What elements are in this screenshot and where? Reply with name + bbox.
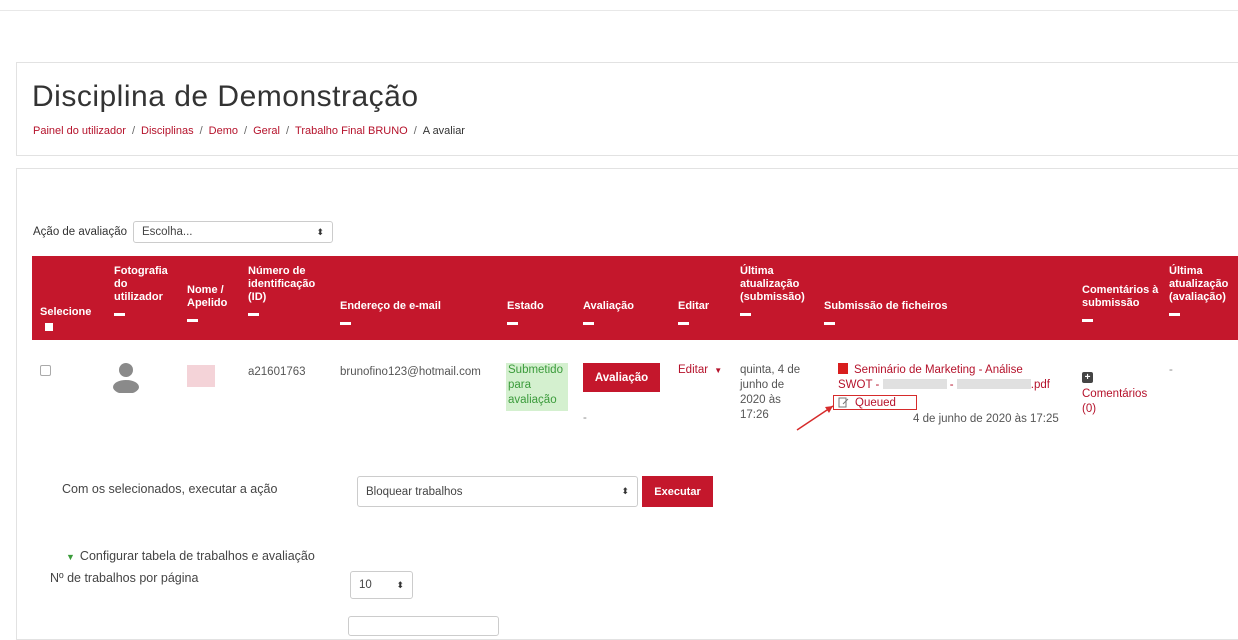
user-email: brunofino123@hotmail.com bbox=[340, 366, 481, 378]
file-submission: Seminário de Marketing - Análise SWOT - … bbox=[838, 363, 1068, 393]
file-name-sep: - bbox=[949, 379, 954, 391]
col-status-label: Estado bbox=[507, 300, 544, 312]
collapse-icon[interactable] bbox=[740, 313, 751, 316]
col-last-grade[interactable]: Última atualização (avaliação) bbox=[1169, 265, 1238, 316]
select-arrows-icon: ⬍ bbox=[396, 579, 404, 590]
col-files-label: Submissão de ficheiros bbox=[824, 300, 948, 312]
col-comments: Comentários à submissão bbox=[1082, 284, 1162, 322]
edit-menu[interactable]: Editar ▼ bbox=[678, 363, 722, 378]
select-arrows-icon: ⬍ bbox=[621, 486, 629, 496]
col-edit: Editar bbox=[678, 300, 709, 325]
bulk-action-value: Bloquear trabalhos bbox=[366, 485, 463, 498]
col-email-label: Endereço de e-mail bbox=[340, 300, 441, 312]
per-page-select[interactable]: 10 ⬍ bbox=[350, 571, 413, 599]
redacted-text bbox=[882, 379, 947, 389]
col-last-modified[interactable]: Última atualização (submissão) bbox=[740, 265, 815, 316]
collapse-icon[interactable] bbox=[248, 313, 259, 316]
col-id-label: Número de identificação (ID) bbox=[248, 265, 316, 303]
col-select-label: Selecione bbox=[40, 306, 92, 318]
file-name-start: Seminário de Marketing - Análise bbox=[854, 364, 1023, 376]
edit-menu-label: Editar bbox=[678, 364, 709, 376]
comments-link[interactable]: Comentários (0) bbox=[1082, 387, 1152, 417]
options-toggle-label: Configurar tabela de trabalhos e avaliaç… bbox=[79, 549, 315, 563]
breadcrumb-current: A avaliar bbox=[422, 125, 465, 137]
collapse-icon[interactable] bbox=[583, 322, 594, 325]
grade-button[interactable]: Avaliação bbox=[583, 363, 660, 392]
file-link-line2[interactable]: SWOT - - .pdf bbox=[838, 378, 1068, 393]
collapse-icon[interactable] bbox=[678, 322, 689, 325]
col-comments-label: Comentários à submissão bbox=[1082, 284, 1159, 309]
row-checkbox[interactable] bbox=[40, 365, 51, 376]
bulk-action-select[interactable]: Bloquear trabalhos ⬍ bbox=[357, 476, 638, 507]
collapse-icon[interactable] bbox=[1082, 319, 1093, 322]
per-page-value: 10 bbox=[359, 579, 372, 591]
col-id[interactable]: Número de identificação (ID) bbox=[248, 265, 328, 316]
file-timestamp: 4 de junho de 2020 às 17:25 bbox=[913, 413, 1059, 425]
status-badge: Submetido para avaliação bbox=[506, 363, 568, 411]
col-status[interactable]: Estado bbox=[507, 300, 544, 325]
grading-action-select[interactable]: Escolha... ⬍ bbox=[132, 221, 333, 243]
queued-label: Queued bbox=[855, 396, 896, 409]
col-last-grade-label: Última atualização (avaliação) bbox=[1169, 265, 1229, 303]
col-select: Selecione bbox=[40, 306, 91, 331]
collapse-icon[interactable] bbox=[340, 322, 351, 325]
grade-value: - bbox=[583, 412, 587, 424]
collapse-icon[interactable] bbox=[507, 322, 518, 325]
breadcrumb-courses[interactable]: Disciplinas bbox=[141, 125, 194, 137]
file-link[interactable]: Seminário de Marketing - Análise bbox=[838, 363, 1068, 378]
grading-action-value: Escolha... bbox=[141, 226, 193, 238]
per-page-label: Nº de trabalhos por página bbox=[50, 571, 199, 585]
breadcrumb-general[interactable]: Geral bbox=[253, 125, 280, 137]
col-name[interactable]: Nome / Apelido bbox=[187, 284, 237, 322]
file-extension: .pdf bbox=[1030, 379, 1050, 391]
col-edit-label: Editar bbox=[678, 300, 710, 312]
pdf-icon bbox=[838, 363, 848, 374]
col-files: Submissão de ficheiros bbox=[824, 300, 984, 325]
file-name-mid: SWOT - bbox=[838, 379, 880, 391]
col-grade-label: Avaliação bbox=[583, 300, 634, 312]
filter-select[interactable] bbox=[348, 616, 499, 636]
caret-down-icon: ▼ bbox=[714, 366, 723, 375]
options-toggle[interactable]: ▼ Configurar tabela de trabalhos e avalia… bbox=[66, 549, 315, 565]
select-all-checkbox[interactable] bbox=[45, 323, 53, 331]
grading-action: Ação de avaliação Escolha... ⬍ bbox=[33, 221, 333, 243]
page-title: Disciplina de Demonstração bbox=[32, 80, 419, 113]
user-icon bbox=[113, 363, 139, 394]
breadcrumb-dashboard[interactable]: Painel do utilizador bbox=[33, 125, 126, 137]
plagiarism-check-icon bbox=[838, 397, 849, 408]
collapse-icon[interactable] bbox=[1169, 313, 1180, 316]
grading-action-label: Ação de avaliação bbox=[33, 226, 127, 238]
top-divider bbox=[0, 10, 1238, 11]
queued-status: Queued bbox=[833, 395, 917, 410]
redacted-text bbox=[956, 379, 1031, 389]
breadcrumb-demo[interactable]: Demo bbox=[209, 125, 238, 137]
execute-button[interactable]: Executar bbox=[642, 476, 713, 507]
col-last-modified-label: Última atualização (submissão) bbox=[740, 265, 805, 303]
caret-down-icon: ▼ bbox=[66, 552, 75, 562]
user-id: a21601763 bbox=[248, 366, 306, 378]
avatar bbox=[113, 361, 139, 394]
collapse-icon[interactable] bbox=[824, 322, 835, 325]
breadcrumb: Painel do utilizador / Disciplinas / Demo / Ge… bbox=[33, 125, 465, 137]
last-grade-value: - bbox=[1169, 364, 1173, 376]
user-name-redacted[interactable] bbox=[187, 365, 215, 387]
bulk-action-label: Com os selecionados, executar a ação bbox=[62, 482, 278, 496]
expand-comments-icon[interactable]: + bbox=[1082, 372, 1093, 383]
collapse-icon[interactable] bbox=[114, 313, 125, 316]
col-photo[interactable]: Fotografia do utilizador bbox=[114, 265, 174, 316]
col-name-label: Nome / Apelido bbox=[187, 284, 228, 309]
col-grade[interactable]: Avaliação bbox=[583, 300, 634, 325]
annotation-arrow bbox=[796, 405, 834, 431]
col-email[interactable]: Endereço de e-mail bbox=[340, 300, 480, 325]
col-photo-label: Fotografia do utilizador bbox=[114, 265, 168, 303]
collapse-icon[interactable] bbox=[187, 319, 198, 322]
breadcrumb-assignment[interactable]: Trabalho Final BRUNO bbox=[295, 125, 408, 137]
select-arrows-icon: ⬍ bbox=[316, 226, 324, 237]
